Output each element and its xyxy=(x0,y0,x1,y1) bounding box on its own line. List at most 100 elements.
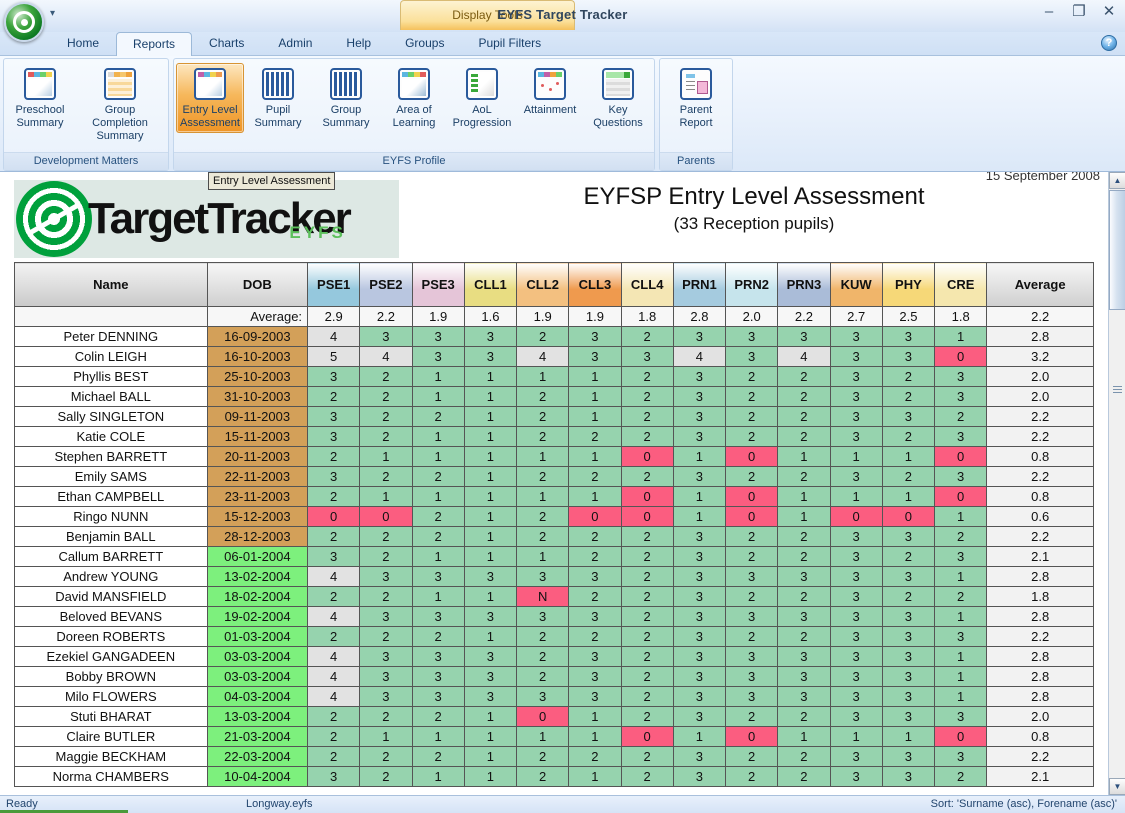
minimize-icon[interactable]: – xyxy=(1039,4,1059,20)
cell-PSE3[interactable]: 1 xyxy=(411,586,465,607)
cell-CLL1[interactable]: 1 xyxy=(463,506,518,527)
ribbon-button-parent-report[interactable]: Parent Report xyxy=(662,63,730,133)
cell-PRN1[interactable]: 4 xyxy=(672,346,727,367)
cell-PRN3[interactable]: 2 xyxy=(777,546,831,567)
cell-CLL2[interactable]: 2 xyxy=(516,646,570,667)
cell-PSE2[interactable]: 3 xyxy=(359,606,413,627)
ribbon-button-key-questions[interactable]: Key Questions xyxy=(584,63,652,133)
cell-PSE2[interactable]: 2 xyxy=(359,366,413,387)
table-row[interactable]: Ezekiel GANGADEEN 03-03-2004 4 3 3 3 2 3 2 3 3 3 3 3 1… xyxy=(14,646,1094,667)
cell-PSE3[interactable]: 3 xyxy=(411,606,465,627)
cell-CLL1[interactable]: 3 xyxy=(463,666,518,687)
cell-PHY[interactable]: 3 xyxy=(881,566,936,587)
table-row[interactable]: Andrew YOUNG 13-02-2004 4 3 3 3 3 3 2 3 3 3 3 3 1 2.8 xyxy=(14,566,1094,587)
cell-PRN1[interactable]: 3 xyxy=(672,686,727,707)
cell-CLL4[interactable]: 2 xyxy=(620,746,674,767)
cell-PSE3[interactable]: 1 xyxy=(411,766,465,787)
cell-CLL3[interactable]: 1 xyxy=(568,766,622,787)
cell-pupil-name[interactable]: Andrew YOUNG xyxy=(14,566,208,587)
cell-PSE1[interactable]: 2 xyxy=(307,486,361,507)
cell-CRE[interactable]: 0 xyxy=(934,346,988,367)
cell-PRN1[interactable]: 3 xyxy=(672,406,727,427)
cell-pupil-name[interactable]: Stuti BHARAT xyxy=(14,706,208,727)
cell-CLL4[interactable]: 2 xyxy=(620,386,674,407)
cell-CRE[interactable]: 0 xyxy=(934,486,988,507)
cell-PSE2[interactable]: 2 xyxy=(359,466,413,487)
cell-CLL2[interactable]: 1 xyxy=(516,486,570,507)
cell-CLL4[interactable]: 3 xyxy=(620,346,674,367)
column-header-PSE3[interactable]: PSE3 xyxy=(411,262,465,307)
cell-PRN3[interactable]: 2 xyxy=(777,366,831,387)
cell-CLL2[interactable]: 1 xyxy=(516,366,570,387)
cell-CLL1[interactable]: 1 xyxy=(463,486,518,507)
cell-PRN3[interactable]: 1 xyxy=(777,506,831,527)
table-row[interactable]: Beloved BEVANS 19-02-2004 4 3 3 3 3 3 2 3 3 3 3 3 1 2.8 xyxy=(14,606,1094,627)
cell-CLL3[interactable]: 1 xyxy=(568,366,622,387)
cell-CLL2[interactable]: 3 xyxy=(516,566,570,587)
cell-PSE1[interactable]: 4 xyxy=(307,606,361,627)
cell-CLL4[interactable]: 2 xyxy=(620,626,674,647)
cell-CLL3[interactable]: 2 xyxy=(568,746,622,767)
cell-CLL4[interactable]: 2 xyxy=(620,366,674,387)
cell-CLL3[interactable]: 2 xyxy=(568,466,622,487)
cell-CLL4[interactable]: 2 xyxy=(620,686,674,707)
cell-CLL2[interactable]: 0 xyxy=(516,706,570,727)
cell-CLL4[interactable]: 2 xyxy=(620,466,674,487)
app-logo-orb-icon[interactable] xyxy=(4,2,44,42)
cell-CLL1[interactable]: 1 xyxy=(463,426,518,447)
cell-PSE2[interactable]: 2 xyxy=(359,706,413,727)
cell-KUW[interactable]: 3 xyxy=(829,426,883,447)
quick-access-caret-icon[interactable]: ▾ xyxy=(50,8,55,19)
table-row[interactable]: Stephen BARRETT 20-11-2003 2 1 1 1 1 1 0 1 0 1 1 1 0 0.… xyxy=(14,446,1094,467)
cell-PSE1[interactable]: 2 xyxy=(307,386,361,407)
cell-CRE[interactable]: 0 xyxy=(934,446,988,467)
cell-PSE2[interactable]: 3 xyxy=(359,666,413,687)
cell-PHY[interactable]: 3 xyxy=(881,326,936,347)
cell-CLL1[interactable]: 3 xyxy=(463,566,518,587)
scroll-up-icon[interactable]: ▲ xyxy=(1109,172,1125,189)
cell-pupil-name[interactable]: Callum BARRETT xyxy=(14,546,208,567)
cell-CRE[interactable]: 1 xyxy=(934,666,988,687)
cell-CLL4[interactable]: 2 xyxy=(620,706,674,727)
cell-CLL2[interactable]: 2 xyxy=(516,326,570,347)
cell-PSE1[interactable]: 5 xyxy=(307,346,361,367)
cell-PRN1[interactable]: 3 xyxy=(672,766,727,787)
cell-CLL1[interactable]: 1 xyxy=(463,626,518,647)
cell-PSE2[interactable]: 2 xyxy=(359,406,413,427)
column-header-CLL3[interactable]: CLL3 xyxy=(568,262,622,307)
tab-pupil-filters[interactable]: Pupil Filters xyxy=(461,31,558,55)
cell-PSE3[interactable]: 3 xyxy=(411,646,465,667)
cell-PHY[interactable]: 3 xyxy=(881,346,936,367)
cell-CLL4[interactable]: 2 xyxy=(620,406,674,427)
cell-CRE[interactable]: 3 xyxy=(934,746,988,767)
cell-PRN2[interactable]: 2 xyxy=(725,526,779,547)
cell-PRN2[interactable]: 0 xyxy=(725,486,779,507)
cell-PRN2[interactable]: 3 xyxy=(725,566,779,587)
cell-CRE[interactable]: 3 xyxy=(934,426,988,447)
cell-PRN2[interactable]: 2 xyxy=(725,386,779,407)
cell-pupil-name[interactable]: Stephen BARRETT xyxy=(14,446,208,467)
cell-KUW[interactable]: 3 xyxy=(829,386,883,407)
cell-PRN2[interactable]: 3 xyxy=(725,686,779,707)
column-header-CLL1[interactable]: CLL1 xyxy=(463,262,518,307)
cell-PRN1[interactable]: 1 xyxy=(672,506,727,527)
cell-PSE3[interactable]: 3 xyxy=(411,326,465,347)
cell-PRN3[interactable]: 1 xyxy=(777,446,831,467)
column-header-PRN2[interactable]: PRN2 xyxy=(725,262,779,307)
cell-pupil-name[interactable]: Ringo NUNN xyxy=(14,506,208,527)
cell-PSE1[interactable]: 3 xyxy=(307,366,361,387)
column-header-CLL4[interactable]: CLL4 xyxy=(620,262,674,307)
table-row[interactable]: Ringo NUNN 15-12-2003 0 0 2 1 2 0 0 1 0 1 0 0 1 0.6 xyxy=(14,506,1094,527)
cell-CLL1[interactable]: 3 xyxy=(463,686,518,707)
cell-PSE2[interactable]: 3 xyxy=(359,326,413,347)
cell-CRE[interactable]: 3 xyxy=(934,706,988,727)
cell-KUW[interactable]: 1 xyxy=(829,726,883,747)
cell-PSE2[interactable]: 2 xyxy=(359,426,413,447)
cell-KUW[interactable]: 3 xyxy=(829,586,883,607)
cell-CLL2[interactable]: 3 xyxy=(516,686,570,707)
cell-pupil-name[interactable]: Norma CHAMBERS xyxy=(14,766,208,787)
cell-CLL1[interactable]: 1 xyxy=(463,706,518,727)
cell-PHY[interactable]: 1 xyxy=(881,726,936,747)
cell-pupil-name[interactable]: Emily SAMS xyxy=(14,466,208,487)
cell-PRN2[interactable]: 2 xyxy=(725,706,779,727)
